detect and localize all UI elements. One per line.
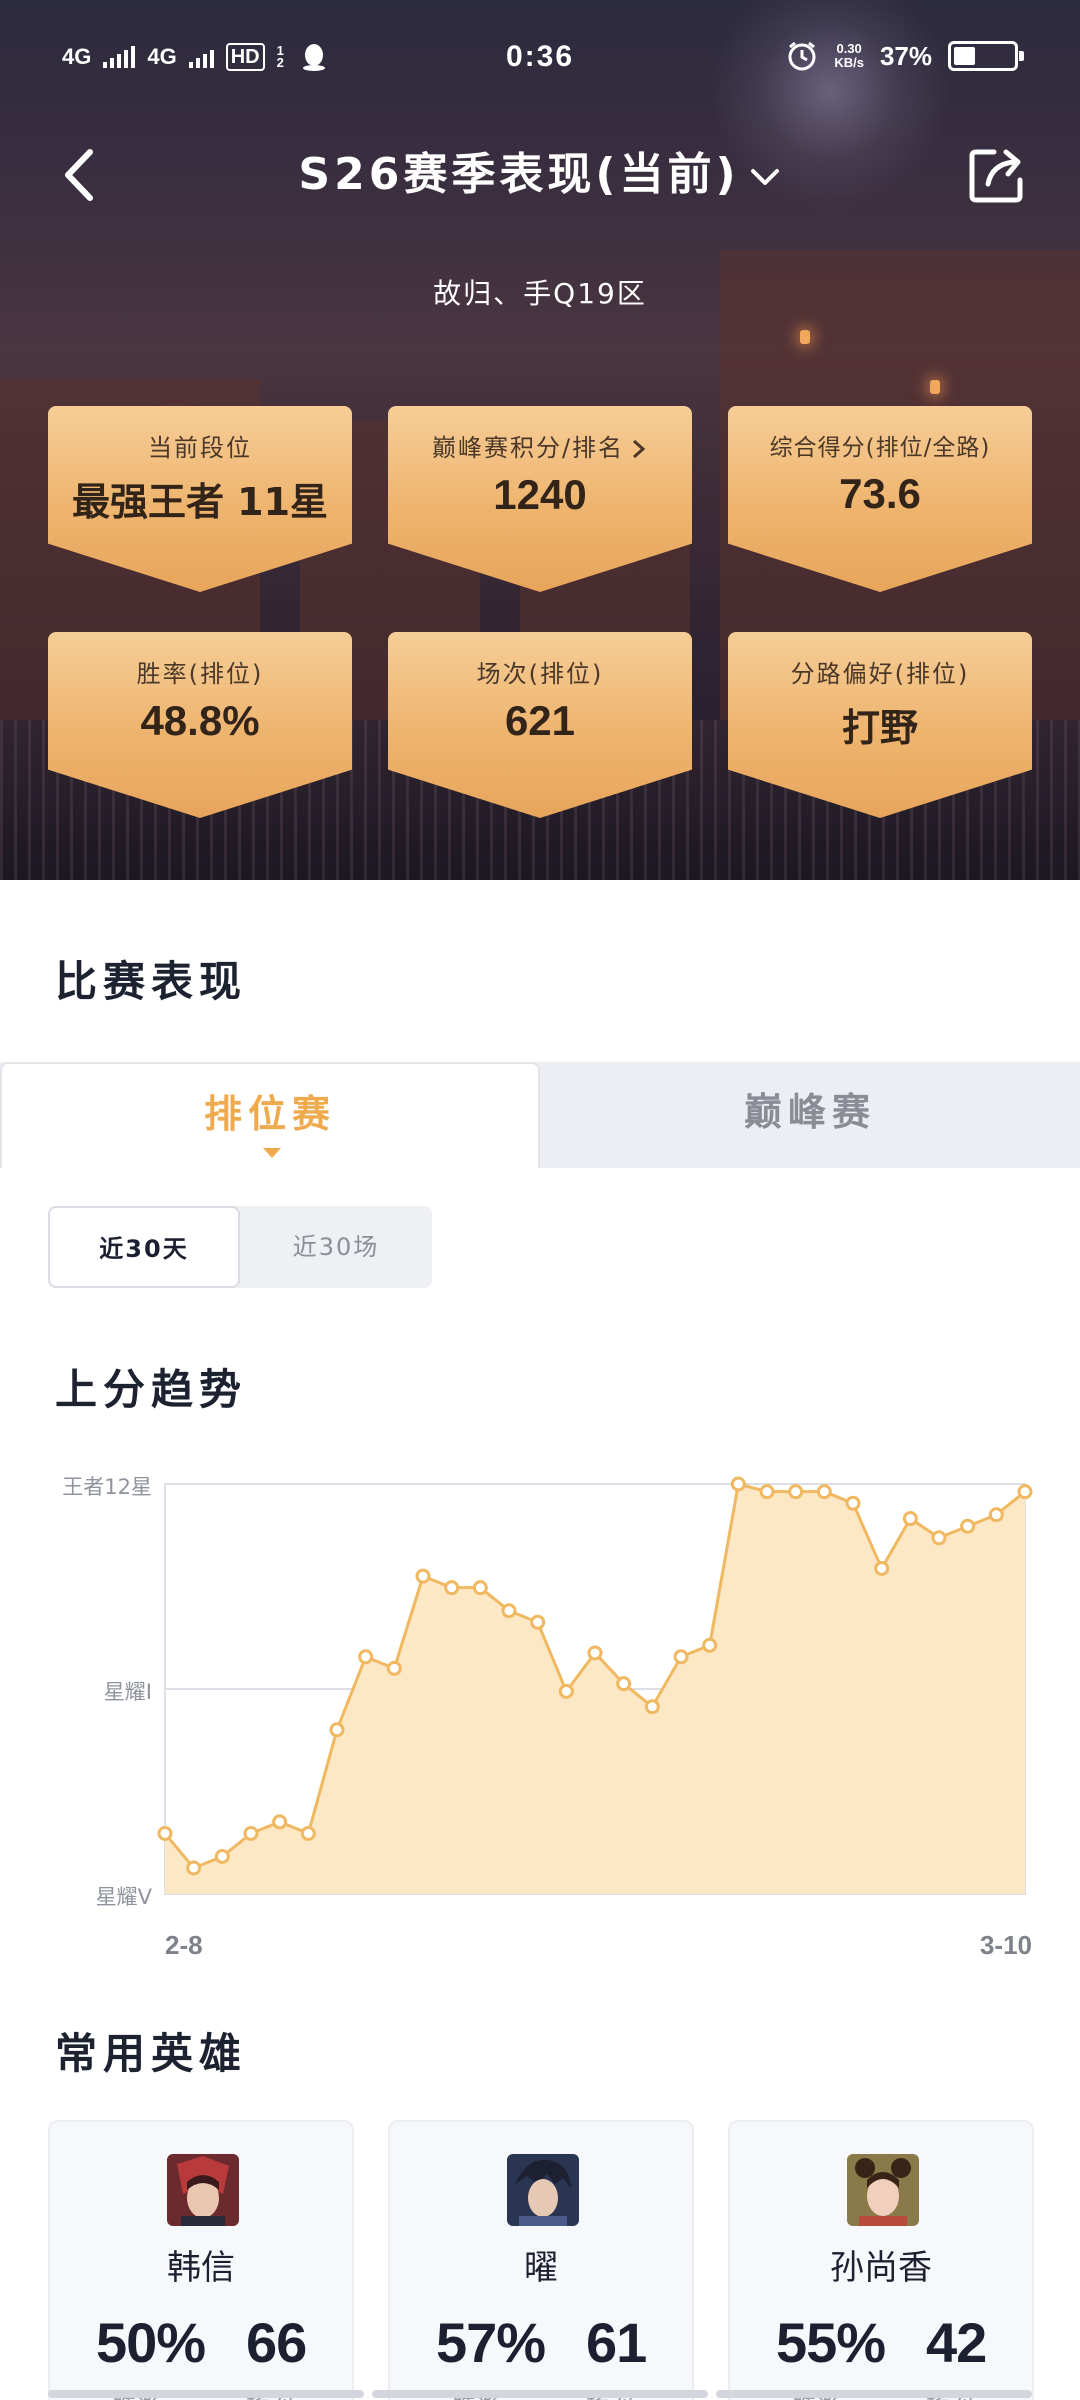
trend-point: [730, 1476, 746, 1492]
trend-point: [874, 1560, 890, 1576]
score-trend-chart: 王者12星 星耀I 星耀V 2-8 3-10: [62, 1475, 1033, 1960]
chevron-right-icon: [633, 439, 646, 459]
hero-games: 66: [246, 2311, 307, 2374]
stat-label: 场次(排位): [476, 660, 604, 688]
hero-name: 曜: [524, 2248, 558, 2288]
trend-point: [558, 1683, 574, 1699]
hero-win-rate: 50%: [96, 2311, 206, 2374]
x-tick-label: 3-10: [980, 1930, 1032, 1960]
option-last-30-days[interactable]: 近30天: [48, 1206, 240, 1288]
trend-point: [587, 1645, 603, 1661]
trend-point: [702, 1637, 718, 1653]
stat-value: 打野: [841, 706, 918, 750]
trend-point: [472, 1580, 488, 1596]
trend-point: [358, 1649, 374, 1665]
trend-point: [988, 1507, 1004, 1523]
trend-point: [644, 1699, 660, 1715]
hero-card-sunshangxiang[interactable]: 孙尚香 55% 42 胜率 场次: [728, 2120, 1034, 2400]
trend-point: [845, 1495, 861, 1511]
stat-label: 胜率(排位): [136, 660, 264, 688]
option-last-30-games[interactable]: 近30场: [240, 1206, 432, 1288]
y-tick-label: 王者12星: [62, 1475, 152, 1499]
tab-peak[interactable]: 巅峰赛: [540, 1062, 1080, 1168]
trend-point: [788, 1484, 804, 1500]
hero-card-yao[interactable]: 曜 57% 61 胜率 场次: [388, 2120, 694, 2400]
hero-games: 61: [586, 2311, 647, 2374]
trend-point: [186, 1860, 202, 1876]
section-title-match-performance: 比赛表现: [55, 957, 248, 1006]
active-indicator: [263, 1148, 281, 1158]
status-bar: 4G 4G HD 1 2 0:36 0.30 KB/s 37%: [0, 0, 1080, 120]
trend-point: [931, 1530, 947, 1546]
page-title: S26赛季表现(当前): [298, 149, 740, 200]
stat-label: 综合得分(排位/全路): [769, 435, 991, 461]
hero-name: 孙尚香: [830, 2248, 932, 2288]
share-icon: [969, 149, 1023, 203]
stat-value: 73.6: [839, 470, 921, 517]
trend-point: [415, 1568, 431, 1584]
trend-point: [1017, 1484, 1033, 1500]
stat-label: 当前段位: [148, 434, 252, 462]
section-title-score-trend: 上分趋势: [55, 1365, 248, 1414]
stat-label: 分路偏好(排位): [790, 660, 970, 688]
share-button[interactable]: [964, 142, 1030, 208]
scroll-indicator: [48, 2390, 1032, 2398]
trend-point: [530, 1614, 546, 1630]
alarm-icon: [788, 41, 816, 71]
section-title-heroes: 常用英雄: [55, 2029, 248, 2078]
hero-avatar: [507, 2154, 579, 2226]
stat-label: 巅峰赛积分/排名: [388, 428, 692, 463]
match-type-tabs: 排位赛 巅峰赛: [0, 1062, 1080, 1168]
network-speed: 0.30 KB/s: [834, 41, 864, 70]
stat-value: 48.8%: [140, 697, 260, 744]
trend-point: [816, 1484, 832, 1500]
trend-point: [673, 1649, 689, 1665]
hero-card-hanxin[interactable]: 韩信 50% 66 胜率 场次: [48, 2120, 354, 2400]
trend-point: [501, 1603, 517, 1619]
trend-point: [272, 1814, 288, 1830]
trend-point: [243, 1825, 259, 1841]
stat-value: 1240: [493, 471, 587, 518]
hero-avatar: [847, 2154, 919, 2226]
battery-icon: [948, 41, 1024, 71]
x-tick-label: 2-8: [165, 1930, 203, 1960]
chevron-down-icon: [750, 169, 779, 185]
hero-avatar: [167, 2154, 239, 2226]
y-tick-label: 星耀I: [104, 1680, 152, 1704]
hero-name: 韩信: [167, 2248, 235, 2288]
hero-games: 42: [926, 2311, 987, 2374]
trend-point: [214, 1848, 230, 1864]
trend-point: [444, 1580, 460, 1596]
season-selector[interactable]: S26赛季表现(当前): [0, 140, 1080, 210]
trend-point: [759, 1484, 775, 1500]
account-server-label: 故归、手Q19区: [433, 277, 647, 310]
y-tick-label: 星耀V: [96, 1885, 153, 1909]
trend-point: [616, 1676, 632, 1692]
stat-value: 最强王者 11星: [71, 480, 329, 524]
trend-point: [300, 1825, 316, 1841]
hero-win-rate: 55%: [776, 2311, 886, 2374]
battery-percent: 37%: [879, 40, 932, 71]
trend-point: [960, 1518, 976, 1534]
time-range-toggle: 近30天 近30场: [48, 1206, 432, 1288]
trend-point: [902, 1511, 918, 1527]
hero-win-rate: 57%: [436, 2311, 546, 2374]
stat-value: 621: [504, 697, 576, 744]
tab-ranked[interactable]: 排位赛: [0, 1062, 540, 1168]
trend-point: [329, 1722, 345, 1738]
trend-point: [386, 1660, 402, 1676]
trend-point: [157, 1825, 173, 1841]
